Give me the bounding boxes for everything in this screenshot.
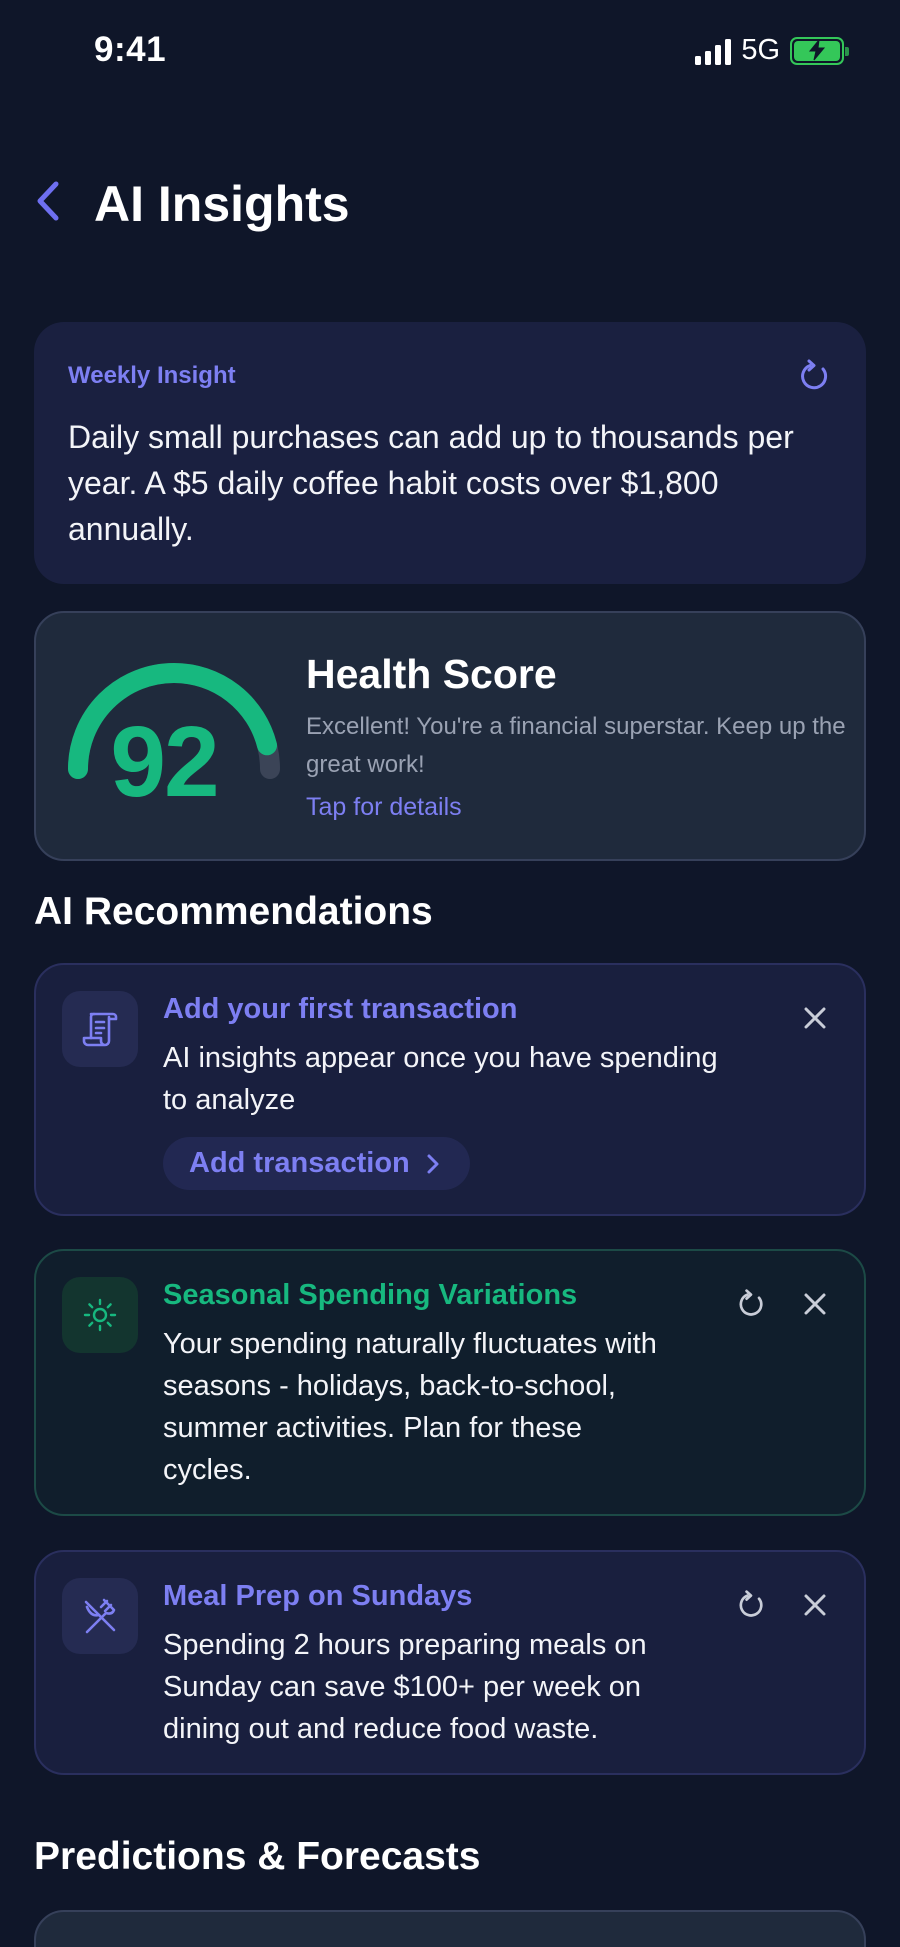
chevron-right-icon	[427, 1154, 439, 1173]
regenerate-button[interactable]	[732, 1586, 770, 1624]
signal-icon	[695, 37, 732, 65]
recommendations-heading: AI Recommendations	[34, 890, 433, 933]
recommendation-body: AI insights appear once you have spendin…	[163, 1037, 718, 1121]
refresh-insight-button[interactable]	[796, 358, 832, 394]
weekly-insight-text: Daily small purchases can add up to thou…	[68, 419, 794, 547]
weekly-insight-card: Weekly Insight Daily small purchases can…	[34, 322, 866, 584]
recommendation-body-line: Sunday can save $100+ per week on	[163, 1671, 642, 1703]
close-icon	[804, 1293, 826, 1315]
back-button[interactable]	[28, 171, 68, 231]
health-score-value: 92	[110, 706, 219, 818]
dismiss-button[interactable]	[796, 999, 834, 1037]
sun-icon	[62, 1277, 138, 1353]
receipt-icon	[62, 991, 138, 1067]
recommendation-body-line: summer activities. Plan for these	[163, 1412, 583, 1444]
network-type: 5G	[741, 34, 780, 66]
recommendation-body-line: cycles.	[163, 1454, 252, 1486]
recommendation-body-line: AI insights appear once you have spendin…	[163, 1042, 718, 1074]
health-score-title: Health Score	[306, 651, 557, 697]
recommendation-body-line: dining out and reduce food waste.	[163, 1713, 599, 1745]
regenerate-button[interactable]	[732, 1285, 770, 1323]
page-header: AI Insights	[0, 165, 900, 245]
recommendation-card-meal-prep: Meal Prep on Sundays Spending 2 hours pr…	[34, 1550, 866, 1775]
recommendation-body: Your spending naturally fluctuates with …	[163, 1323, 657, 1491]
refresh-icon	[739, 1590, 763, 1617]
predictions-heading: Predictions & Forecasts	[34, 1835, 481, 1878]
status-bar: 9:41 5G	[0, 0, 900, 100]
refresh-icon	[739, 1289, 763, 1316]
recommendation-card-add-transaction: Add your first transaction AI insights a…	[34, 963, 866, 1216]
recommendation-body-line: Your spending naturally fluctuates with	[163, 1328, 657, 1360]
dismiss-button[interactable]	[796, 1586, 834, 1624]
recommendation-body-line: Spending 2 hours preparing meals on	[163, 1629, 647, 1661]
add-transaction-label: Add transaction	[189, 1147, 410, 1179]
chevron-left-icon	[37, 181, 59, 221]
recommendation-body: Spending 2 hours preparing meals on Sund…	[163, 1624, 647, 1750]
status-indicators: 5G	[695, 34, 849, 67]
refresh-icon	[801, 359, 828, 390]
recommendation-title: Seasonal Spending Variations	[163, 1279, 578, 1311]
tap-for-details-link[interactable]: Tap for details	[306, 793, 462, 822]
weekly-insight-label: Weekly Insight	[68, 362, 236, 389]
utensils-icon	[62, 1578, 138, 1654]
recommendation-body-line: seasons - holidays, back-to-school,	[163, 1370, 616, 1402]
dismiss-button[interactable]	[796, 1285, 834, 1323]
health-score-card[interactable]: 92 Health Score Excellent! You're a fina…	[34, 611, 866, 861]
close-icon	[804, 1007, 826, 1029]
page-title: AI Insights	[94, 176, 350, 232]
battery-icon	[790, 36, 849, 65]
add-transaction-button[interactable]: Add transaction	[163, 1137, 470, 1190]
close-icon	[804, 1594, 826, 1616]
recommendation-card-seasonal: Seasonal Spending Variations Your spendi…	[34, 1249, 866, 1516]
health-score-description: Excellent! You're a financial superstar.…	[306, 713, 846, 778]
status-time: 9:41	[94, 30, 167, 69]
recommendation-body-line: to analyze	[163, 1084, 296, 1116]
recommendation-title: Meal Prep on Sundays	[163, 1580, 473, 1612]
predictions-card	[34, 1910, 866, 1947]
recommendation-title: Add your first transaction	[163, 993, 518, 1025]
